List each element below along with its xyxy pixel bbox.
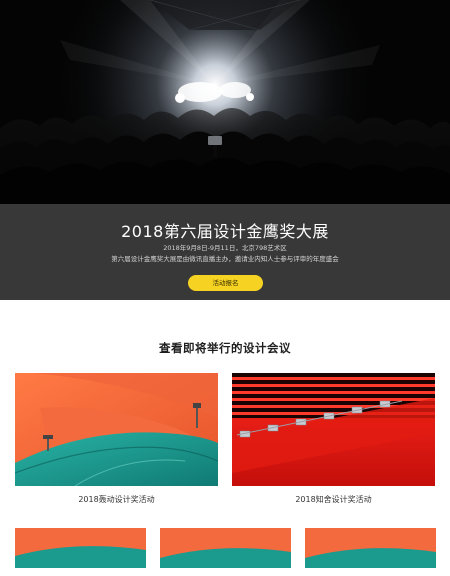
event-card[interactable] xyxy=(305,528,436,576)
event-card[interactable]: 2018知舍设计奖活动 xyxy=(232,373,435,505)
event-card[interactable]: 2018轰动设计奖活动 xyxy=(15,373,218,505)
hero-title: 2018第六届设计金鹰奖大展 xyxy=(121,222,329,241)
event-card-image[interactable] xyxy=(232,373,435,486)
event-card[interactable] xyxy=(15,528,146,576)
hero-banner: 2018第六届设计金鹰奖大展 2018年9月8日-9月11日，北京798艺术区 … xyxy=(0,204,450,300)
hero-section: 2018第六届设计金鹰奖大展 2018年9月8日-9月11日，北京798艺术区 … xyxy=(0,0,450,300)
register-button[interactable]: 活动报名 xyxy=(188,275,263,291)
concert-hero-image xyxy=(0,0,450,204)
event-card[interactable] xyxy=(160,528,291,576)
event-card-caption: 2018知舍设计奖活动 xyxy=(295,495,372,504)
event-card-image[interactable] xyxy=(15,373,218,486)
event-card-image[interactable] xyxy=(160,528,291,568)
hero-description: 第六届设计金鹰奖大展是由微讯直播主办，邀请业内知人士参与评审的年度盛会 xyxy=(111,255,339,263)
section-heading: 查看即将举行的设计会议 xyxy=(159,341,291,355)
event-card-image[interactable] xyxy=(15,528,146,568)
event-card-image[interactable] xyxy=(305,528,436,568)
event-card-caption: 2018轰动设计奖活动 xyxy=(78,495,155,504)
hero-date-location: 2018年9月8日-9月11日，北京798艺术区 xyxy=(163,244,287,252)
